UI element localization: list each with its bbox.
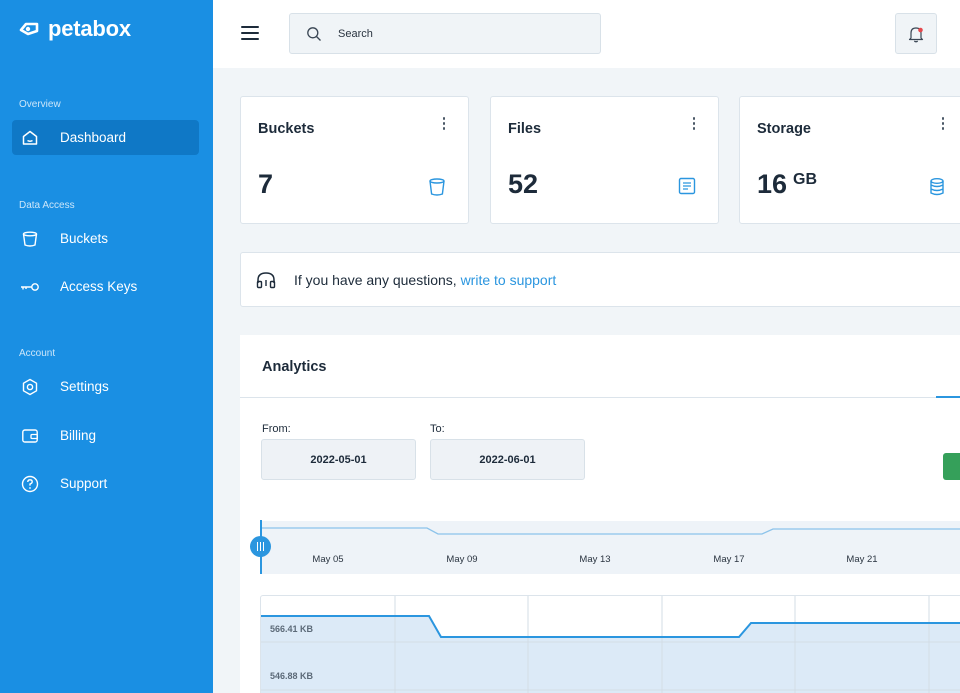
stat-title: Files [508, 121, 542, 137]
sidebar-item-label: Support [60, 476, 108, 491]
sidebar-item-label: Buckets [60, 231, 109, 246]
y-axis-label: 566.41 KB [270, 624, 314, 634]
file-icon [678, 177, 696, 195]
database-icon [930, 178, 944, 196]
stat-title: Buckets [258, 121, 315, 137]
search-placeholder: Search [338, 28, 373, 40]
to-date-field[interactable]: 2022-06-01 [430, 439, 585, 480]
apply-button[interactable] [943, 453, 960, 480]
support-link[interactable]: write to support [461, 272, 557, 288]
stat-card-storage: Storage 16 GB [739, 96, 960, 224]
storage-chart-plot [261, 596, 960, 693]
sidebar-item-support[interactable]: Support [12, 466, 199, 501]
more-icon[interactable] [442, 117, 446, 131]
timeline-tick: May 13 [579, 554, 611, 565]
sidebar-item-settings[interactable]: Settings [12, 369, 199, 404]
menu-icon[interactable] [241, 26, 259, 40]
from-label: From: [262, 423, 291, 435]
bucket-icon [429, 178, 445, 196]
sidebar-item-label: Settings [60, 379, 109, 394]
logo-icon [19, 22, 39, 36]
sidebar-item-label: Access Keys [60, 279, 138, 294]
top-bar: Search [213, 0, 960, 68]
wallet-icon [20, 426, 40, 446]
brand-name: petabox [48, 16, 131, 41]
support-banner: If you have any questions, write to supp… [240, 252, 960, 307]
timeline-tick: May 05 [312, 554, 344, 565]
search-icon [307, 27, 321, 41]
support-text: If you have any questions, write to supp… [294, 272, 557, 288]
sidebar: petabox Overview Dashboard Data Access B… [0, 0, 213, 693]
stat-card-files: Files 52 [490, 96, 719, 224]
bucket-icon [20, 229, 40, 249]
sidebar-item-dashboard[interactable]: Dashboard [12, 120, 199, 155]
key-icon [20, 277, 40, 297]
storage-chart: 566.41 KB 546.88 KB [260, 595, 960, 693]
section-title-overview: Overview [19, 99, 61, 110]
headphones-icon [256, 272, 276, 289]
timeline-tick: May 09 [446, 554, 478, 565]
analytics-title: Analytics [262, 359, 327, 375]
notifications-button[interactable] [895, 13, 937, 54]
bell-icon [908, 26, 924, 42]
stat-value: 52 [508, 169, 539, 199]
range-navigator-line [260, 527, 960, 535]
range-handle[interactable] [250, 536, 271, 557]
to-label: To: [430, 423, 445, 435]
home-icon [20, 128, 40, 148]
settings-icon [20, 377, 40, 397]
y-axis-label: 546.88 KB [270, 671, 314, 681]
more-icon[interactable] [692, 117, 696, 131]
stat-unit: GB [793, 171, 818, 188]
section-title-account: Account [19, 348, 56, 359]
stat-card-buckets: Buckets 7 [240, 96, 469, 224]
sidebar-item-buckets[interactable]: Buckets [12, 221, 199, 256]
section-title-data-access: Data Access [19, 200, 75, 211]
divider [240, 397, 960, 398]
logo[interactable]: petabox [18, 16, 131, 42]
timeline-tick: May 21 [846, 554, 878, 565]
stat-title: Storage [757, 121, 811, 137]
active-tab-indicator [936, 396, 960, 398]
sidebar-item-label: Billing [60, 428, 97, 443]
range-navigator[interactable] [260, 521, 960, 574]
analytics-panel: Analytics From: 2022-05-01 To: 2022-06-0… [240, 335, 960, 693]
stat-value: 16 GB [757, 169, 818, 199]
help-icon [20, 474, 40, 494]
from-date-field[interactable]: 2022-05-01 [261, 439, 416, 480]
timeline-tick: May 17 [713, 554, 745, 565]
sidebar-item-label: Dashboard [60, 130, 127, 145]
sidebar-item-billing[interactable]: Billing [12, 418, 199, 453]
stat-value: 7 [258, 169, 274, 199]
sidebar-item-access-keys[interactable]: Access Keys [12, 269, 199, 304]
search-input[interactable]: Search [289, 13, 601, 54]
more-icon[interactable] [941, 117, 945, 131]
